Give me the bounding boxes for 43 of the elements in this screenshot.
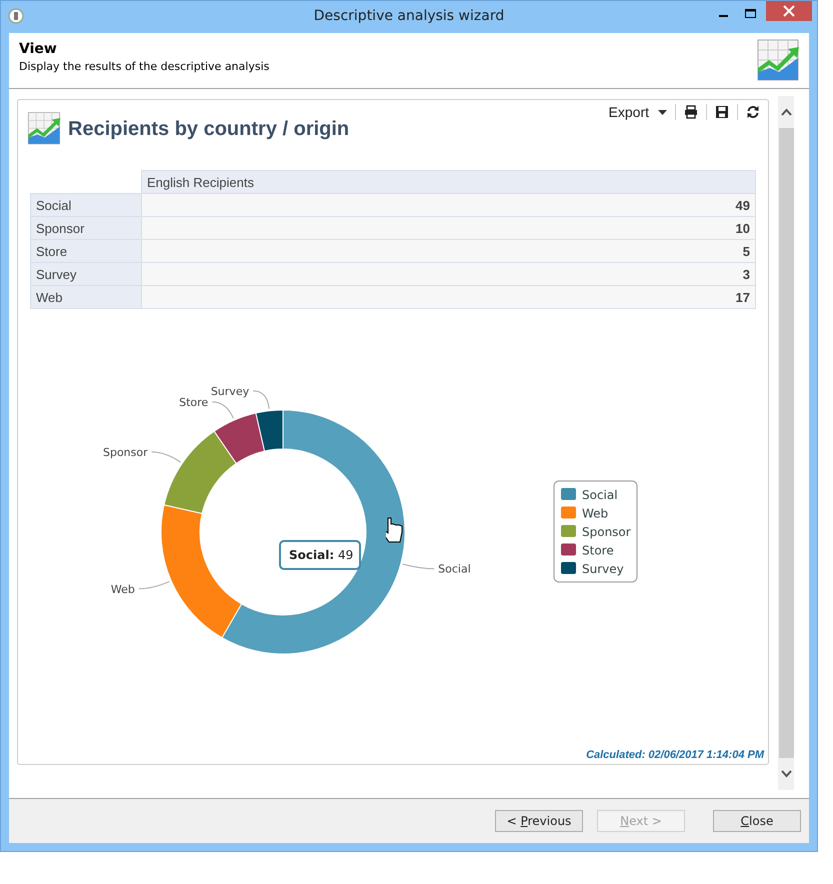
window-title: Descriptive analysis wizard <box>314 8 504 24</box>
page-subtitle: Display the results of the descriptive analysis <box>19 60 270 73</box>
wizard-button[interactable]: Close <box>713 810 801 832</box>
scrollbar-thumb[interactable] <box>778 128 794 758</box>
leader-line <box>252 390 270 410</box>
table-cell: 3 <box>142 262 756 286</box>
legend-label[interactable]: Social <box>582 488 618 502</box>
table-cell: 10 <box>142 216 756 240</box>
row-label: Sponsor <box>30 216 142 240</box>
calculated-timestamp: Calculated: 02/06/2017 1:14:04 PM <box>586 749 764 761</box>
page-title: View <box>19 41 58 57</box>
wizard-button[interactable]: < Previous <box>495 810 583 832</box>
chart-icon <box>26 111 62 147</box>
leader-line <box>402 564 435 570</box>
row-label: Survey <box>30 262 142 286</box>
table-cell: 17 <box>142 286 756 308</box>
slice-label: Survey <box>210 384 250 398</box>
row-label: Web <box>30 286 142 308</box>
leader-line <box>151 452 182 463</box>
export-button[interactable]: Export <box>608 104 667 120</box>
leader-line <box>138 581 170 590</box>
row-label: Social <box>30 194 142 216</box>
slice-label: Social <box>438 562 471 576</box>
print-icon[interactable] <box>684 105 698 119</box>
close-icon[interactable] <box>766 1 812 21</box>
app-icon <box>8 8 24 24</box>
slice-label: Sponsor <box>103 446 148 460</box>
column-header: English Recipients <box>142 170 756 194</box>
tooltip: Social: 49 <box>279 540 361 570</box>
slice-label: Web <box>110 582 135 596</box>
legend-label[interactable]: Survey <box>582 562 624 576</box>
caret-icon <box>658 110 667 114</box>
legend-label[interactable]: Web <box>582 506 608 520</box>
refresh-icon[interactable] <box>746 105 760 119</box>
legend-label[interactable]: Store <box>582 544 614 558</box>
row-label: Store <box>30 240 142 262</box>
slice-label: Store <box>179 396 208 409</box>
table-cell: 5 <box>142 240 756 262</box>
leader-line <box>212 401 234 419</box>
save-icon[interactable] <box>715 105 729 119</box>
table-cell: 49 <box>142 194 756 216</box>
legend-label[interactable]: Sponsor <box>582 525 631 539</box>
report-title: Recipients by country / origin <box>68 118 350 140</box>
